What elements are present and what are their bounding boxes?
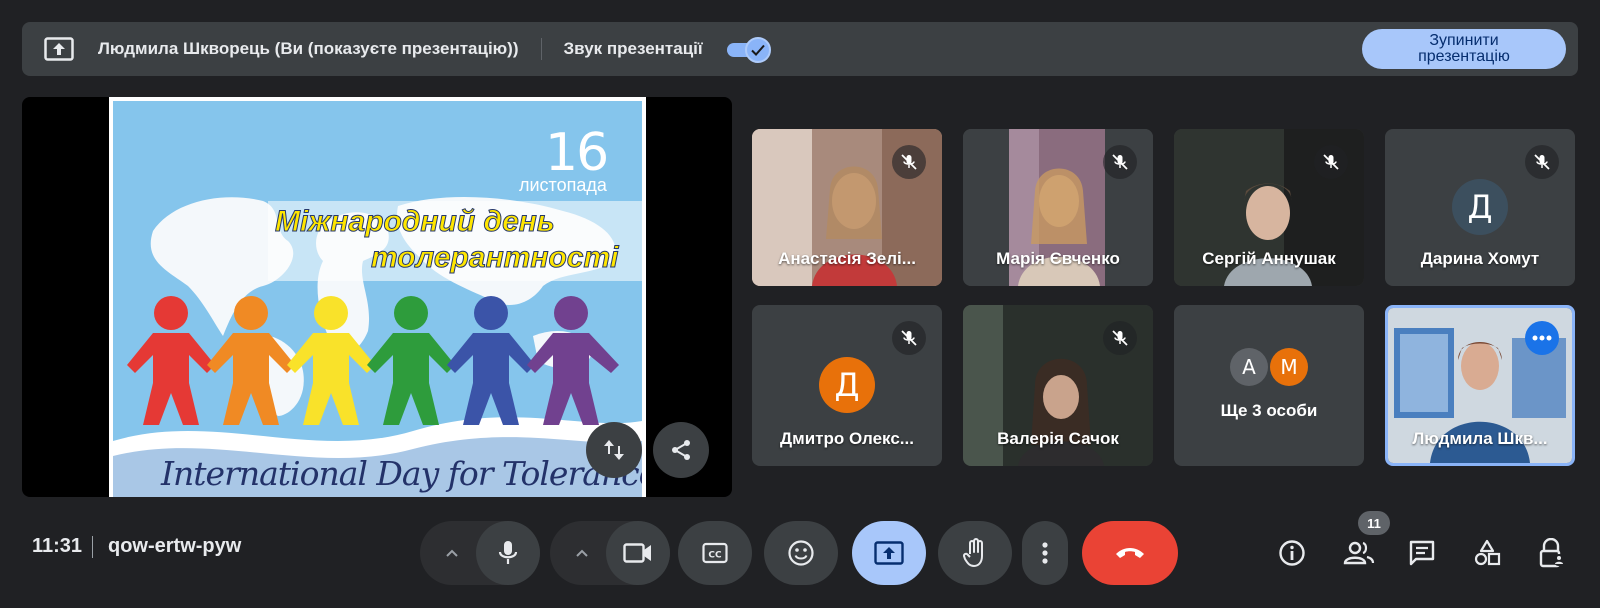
participant-name: Дарина Хомут [1420, 249, 1540, 268]
participant-name: Дмитро Олекс... [780, 429, 914, 448]
mic-off-indicator [892, 145, 926, 179]
participant-tile[interactable]: Сергій Аннушак [1174, 129, 1364, 286]
bottom-divider [92, 536, 93, 558]
paper-people-chain-image [127, 296, 619, 425]
mic-off-indicator [1103, 321, 1137, 355]
clock: 11:31 [32, 535, 83, 557]
emoji-icon [788, 540, 814, 566]
self-participant-tile[interactable]: Людмила Шкв... [1385, 305, 1575, 466]
participant-tile[interactable]: Д Дарина Хомут [1385, 129, 1575, 286]
participant-tile[interactable]: Анастасія Зелі... [752, 129, 942, 286]
raise-hand-button[interactable] [938, 521, 1012, 585]
presentation-slide: 16 листопада Міжнародний день толерантно… [109, 97, 646, 497]
slide-title-line2: толерантності [371, 241, 619, 275]
chat-button[interactable] [1400, 531, 1444, 575]
phone-hangup-icon [1116, 548, 1144, 558]
lock-person-icon [1539, 538, 1565, 568]
present-now-button[interactable] [852, 521, 926, 585]
leave-call-button[interactable] [1082, 521, 1178, 585]
banner-divider [540, 38, 542, 60]
slide-caption: International Day for Tolerance [161, 454, 642, 493]
figure-purple [527, 296, 619, 425]
checkmark-icon [750, 44, 765, 56]
present-screen-icon [874, 541, 904, 565]
participant-name: Марія Євченко [996, 249, 1120, 268]
share-button[interactable] [653, 422, 709, 478]
closed-captions-icon: CC [702, 542, 728, 564]
more-participants-tile[interactable]: А М Ще 3 особи [1174, 305, 1364, 466]
mic-off-icon [1534, 154, 1550, 170]
mic-off-icon [1323, 154, 1339, 170]
participant-count-badge: 11 [1358, 511, 1390, 535]
mic-off-indicator [1103, 145, 1137, 179]
hand-icon [963, 538, 983, 567]
participant-name: Людмила Шкв... [1412, 429, 1548, 448]
share-icon [672, 440, 690, 460]
more-vertical-icon [1042, 542, 1048, 564]
microphone-button[interactable] [476, 521, 540, 585]
slide-date-number: 16 [545, 123, 609, 183]
info-icon [1279, 540, 1305, 566]
chevron-up-icon [576, 549, 588, 557]
presenter-label: Людмила Шкворець (Ви (показуєте презента… [98, 39, 519, 58]
meeting-code: qow-ertw-pyw [108, 535, 242, 557]
present-screen-icon [44, 37, 74, 61]
more-horizontal-icon [1532, 335, 1552, 341]
captions-button[interactable]: CC [678, 521, 752, 585]
figure-green [367, 296, 455, 425]
mic-off-indicator [1525, 145, 1559, 179]
participant-tile[interactable]: Марія Євченко [963, 129, 1153, 286]
presentation-view: 16 листопада Міжнародний день толерантно… [22, 97, 732, 497]
shapes-icon [1474, 539, 1501, 566]
figure-orange [207, 296, 295, 425]
meeting-details-button[interactable] [1270, 531, 1314, 575]
more-options-button[interactable] [1525, 321, 1559, 355]
presentation-audio-label: Звук презентації [563, 39, 703, 58]
toggle-knob [744, 37, 771, 63]
swap-tiles-button[interactable] [586, 422, 642, 478]
microphone-icon [498, 541, 518, 564]
stop-presenting-button[interactable]: Зупинити презентацію [1362, 29, 1566, 69]
presentation-banner: Людмила Шкворець (Ви (показуєте презента… [22, 22, 1578, 76]
video-camera-icon [623, 543, 651, 563]
participant-tile[interactable]: Д Дмитро Олекс... [752, 305, 942, 466]
reactions-button[interactable] [764, 521, 838, 585]
figure-blue [447, 296, 535, 425]
avatar: Д [819, 357, 875, 413]
mic-off-icon [1112, 330, 1128, 346]
mic-off-icon [901, 154, 917, 170]
mic-off-indicator [892, 321, 926, 355]
svg-text:CC: CC [708, 551, 722, 561]
figure-red [127, 296, 215, 425]
avatar: А [1230, 348, 1268, 386]
slide-background: 16 листопада Міжнародний день толерантно… [113, 101, 642, 497]
more-participants-label: Ще 3 особи [1220, 401, 1318, 420]
video-settings-button[interactable] [562, 521, 602, 585]
participant-name: Валерія Сачок [997, 429, 1119, 448]
slide-date-month: листопада [519, 175, 607, 195]
mic-off-icon [901, 330, 917, 346]
avatar: М [1270, 348, 1308, 386]
participant-name: Анастасія Зелі... [778, 249, 916, 268]
chevron-up-icon [446, 549, 458, 557]
chat-icon [1409, 540, 1435, 566]
mic-off-indicator [1314, 145, 1348, 179]
camera-button[interactable] [606, 521, 670, 585]
mic-off-icon [1112, 154, 1128, 170]
audio-settings-button[interactable] [432, 521, 472, 585]
swap-arrows-icon [604, 440, 624, 460]
more-options-button[interactable] [1022, 521, 1068, 585]
participant-tile[interactable]: Валерія Сачок [963, 305, 1153, 466]
slide-title-line1: Міжнародний день [275, 205, 556, 239]
participant-name: Сергій Аннушак [1202, 249, 1336, 268]
host-controls-button[interactable] [1530, 531, 1574, 575]
people-icon [1343, 541, 1375, 565]
people-button[interactable] [1337, 531, 1381, 575]
avatar: Д [1452, 179, 1508, 235]
figure-yellow [287, 296, 375, 425]
presentation-audio-toggle[interactable] [725, 37, 771, 63]
activities-button[interactable] [1465, 531, 1509, 575]
